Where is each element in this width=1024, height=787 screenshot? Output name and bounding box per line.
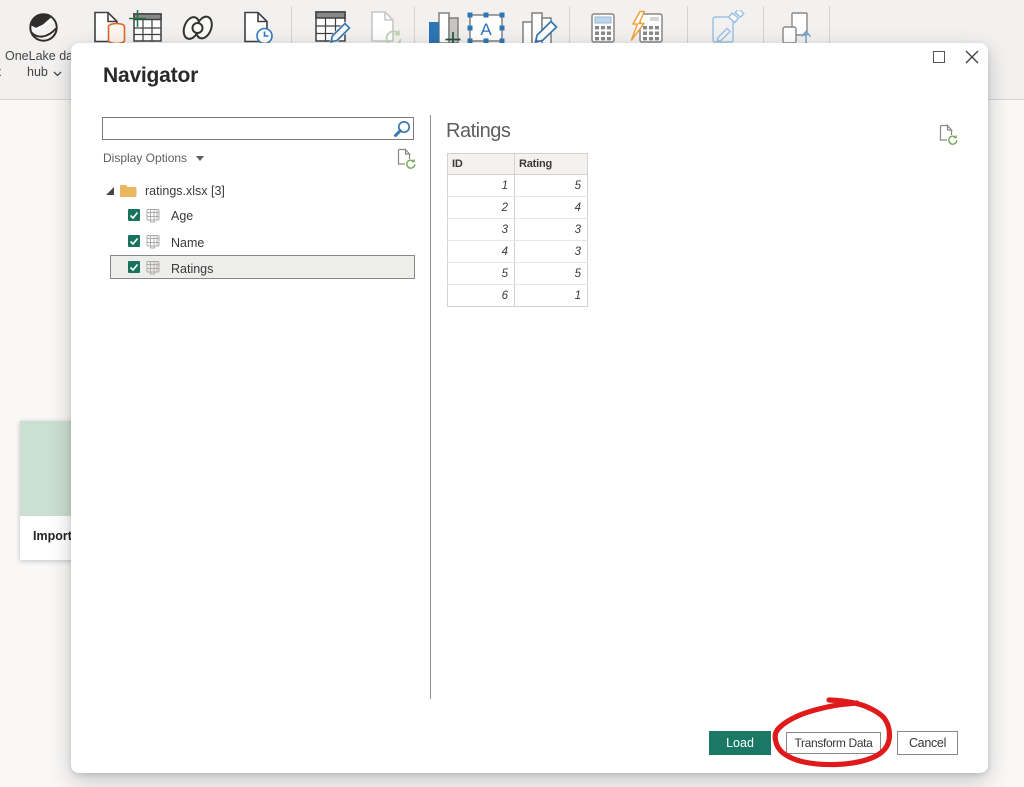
svg-text:A: A xyxy=(480,20,492,39)
